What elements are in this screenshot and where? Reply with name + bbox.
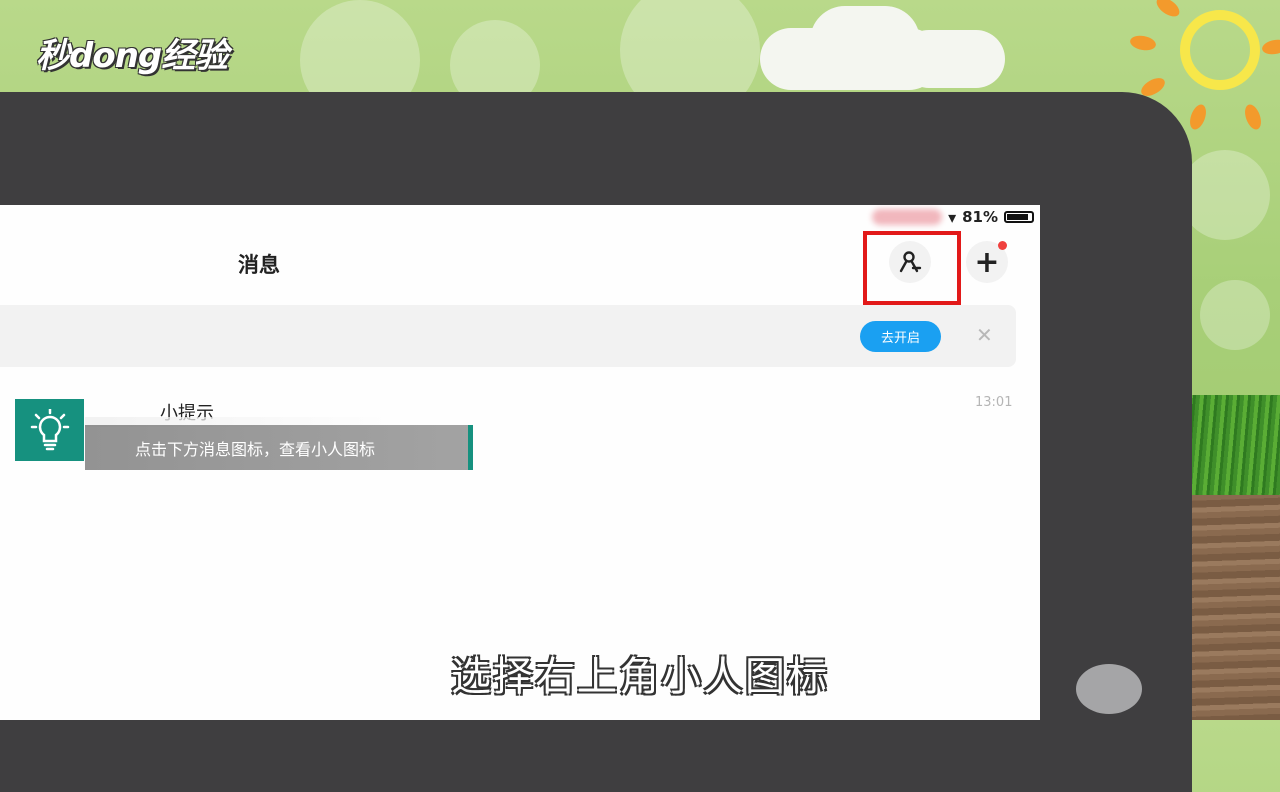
page-title: 消息 xyxy=(238,253,280,277)
message-avatar[interactable] xyxy=(15,399,84,461)
watermark-logo: 秒dong经验 xyxy=(36,36,228,76)
plus-icon: + xyxy=(974,244,1000,280)
highlight-box xyxy=(863,231,961,305)
status-blur xyxy=(872,209,943,225)
subtitle-caption: 选择右上角小人图标 xyxy=(451,654,829,700)
close-icon[interactable]: ✕ xyxy=(976,323,993,347)
notification-badge xyxy=(998,241,1007,250)
battery-percent: 81% xyxy=(962,208,998,226)
message-time: 13:01 xyxy=(975,395,1013,410)
battery-icon xyxy=(1004,211,1034,223)
wifi-icon: ▾ xyxy=(948,207,957,227)
grass xyxy=(1185,395,1280,505)
tip-overlay: 点击下方消息图标，查看小人图标 xyxy=(85,425,473,470)
status-bar: ▾ 81% xyxy=(872,205,1040,229)
lightbulb-icon xyxy=(30,409,69,451)
sun xyxy=(1180,10,1260,90)
open-button[interactable]: 去开启 xyxy=(860,321,941,352)
app-screen: ▾ 81% 消息 + 去开启 ✕ 小提示 13:01 点击下方消息图标，查看小人… xyxy=(0,205,1040,720)
